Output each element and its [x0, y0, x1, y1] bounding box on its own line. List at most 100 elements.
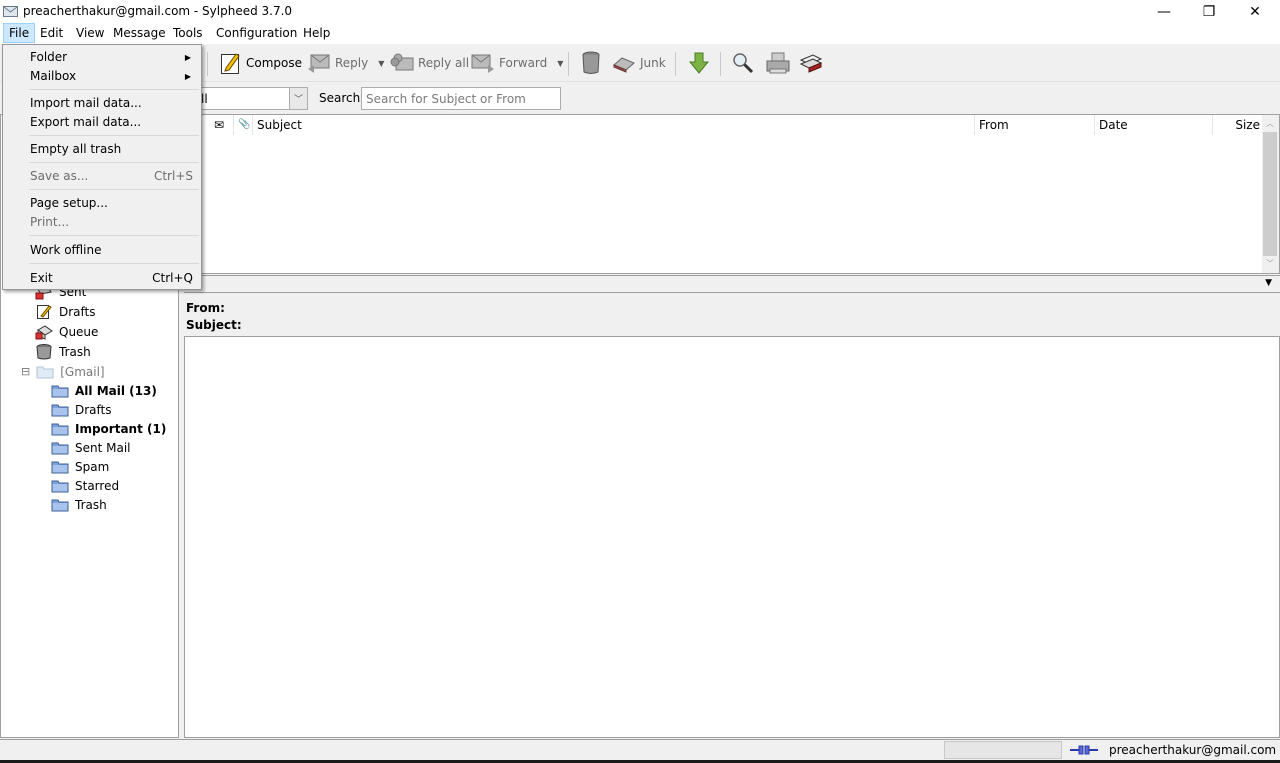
toolbar-separator: [568, 52, 569, 76]
reply-button[interactable]: Reply ▼: [307, 44, 384, 82]
folder-drafts[interactable]: Drafts: [35, 302, 96, 321]
folder-label: [Gmail]: [60, 364, 105, 379]
menu-item-label: Print...: [30, 215, 70, 229]
menu-separator: [29, 89, 199, 90]
reply-dropdown-icon[interactable]: ▼: [378, 59, 384, 68]
column-attach[interactable]: 📎: [234, 115, 253, 135]
forward-dropdown-icon[interactable]: ▼: [557, 59, 563, 68]
folder-label: Important (1): [75, 421, 167, 436]
toolbar-separator: [675, 52, 676, 76]
menu-item-shortcut: Ctrl+S: [153, 169, 193, 183]
menu-message[interactable]: Message: [108, 23, 171, 43]
toolbar-separator: [207, 52, 208, 76]
folder-queue[interactable]: Queue: [35, 322, 98, 341]
menu-item-empty-all-trash[interactable]: Empty all trash: [5, 140, 199, 159]
message-body[interactable]: [184, 336, 1280, 738]
folder-icon: [51, 404, 69, 416]
menu-item-print: Print...: [5, 213, 199, 232]
folder-gmail-item[interactable]: Sent Mail: [51, 438, 131, 457]
close-icon: ✕: [1249, 3, 1261, 20]
preview-toggle-icon[interactable]: ▼: [1265, 278, 1272, 288]
menu-configuration[interactable]: Configuration: [211, 23, 302, 43]
menu-separator: [29, 189, 199, 190]
drafts-icon: [37, 304, 52, 319]
menu-item-export-mail-data[interactable]: Export mail data...: [5, 113, 199, 132]
junk-label: Junk: [640, 56, 666, 70]
column-date[interactable]: Date: [1095, 115, 1213, 135]
submenu-arrow-icon: ▶: [184, 53, 191, 62]
menu-separator: [29, 162, 199, 163]
restore-icon: ❐: [1202, 3, 1216, 20]
minimize-button[interactable]: —: [1141, 0, 1187, 23]
folder-gmail-item[interactable]: Trash: [51, 495, 107, 514]
junk-button[interactable]: Junk: [612, 44, 666, 82]
search-input[interactable]: [361, 87, 561, 110]
folder-gmail-item[interactable]: Drafts: [51, 400, 112, 419]
folder-icon: [51, 423, 69, 435]
menu-help[interactable]: Help: [298, 23, 335, 43]
status-account: preacherthakur@gmail.com: [1109, 743, 1277, 757]
menu-item-shortcut: Ctrl+Q: [152, 271, 193, 285]
folder-icon: [51, 461, 69, 473]
compose-button[interactable]: Compose: [220, 44, 302, 82]
message-list-scrollbar[interactable]: ︿ ﹀: [1262, 115, 1279, 273]
restore-button[interactable]: ❐: [1186, 0, 1232, 23]
menu-item-exit[interactable]: Exit Ctrl+Q: [5, 269, 199, 288]
scroll-up-icon[interactable]: ︿: [1266, 118, 1274, 129]
reply-all-icon: [390, 53, 414, 71]
collapse-icon[interactable]: ⊟: [21, 365, 30, 378]
forward-icon: [471, 54, 494, 73]
folder-gmail-item[interactable]: All Mail (13): [51, 381, 157, 400]
menu-item-work-offline[interactable]: Work offline: [5, 241, 199, 260]
scrollbar-thumb[interactable]: [1263, 132, 1277, 256]
menu-item-page-setup[interactable]: Page setup...: [5, 194, 199, 213]
menu-item-label: Export mail data...: [30, 115, 142, 129]
close-button[interactable]: ✕: [1232, 0, 1278, 23]
folder-trash[interactable]: Trash: [35, 342, 91, 361]
column-from[interactable]: From: [975, 115, 1095, 135]
menu-item-label: Exit: [30, 271, 53, 285]
scroll-down-icon[interactable]: ﹀: [1266, 258, 1274, 269]
delete-button[interactable]: [581, 44, 601, 82]
get-mail-button[interactable]: [688, 44, 710, 82]
header-subject-label: Subject:: [186, 318, 242, 332]
menu-file[interactable]: File: [3, 23, 36, 43]
address-book-button[interactable]: [799, 44, 823, 82]
trash-icon: [36, 343, 52, 359]
printer-icon: [766, 52, 790, 74]
title-bar: preacherthakur@gmail.com - Sylpheed 3.7.…: [0, 0, 1280, 23]
envelope-icon: ✉: [214, 118, 225, 132]
column-subject[interactable]: Subject: [253, 115, 975, 135]
menu-item-label: Work offline: [30, 243, 102, 257]
menu-view[interactable]: View: [71, 23, 109, 43]
chevron-down-icon[interactable]: ﹀: [289, 88, 307, 109]
paperclip-icon: 📎: [238, 119, 251, 130]
compose-label: Compose: [246, 56, 303, 70]
folder-label: Spam: [75, 459, 110, 474]
print-button[interactable]: [766, 44, 790, 82]
folder-gmail-item[interactable]: Spam: [51, 457, 109, 476]
folder-gmail-item[interactable]: Starred: [51, 476, 119, 495]
window-title: preacherthakur@gmail.com - Sylpheed 3.7.…: [23, 4, 293, 18]
folder-label: Queue: [59, 324, 99, 339]
folder-label: Trash: [75, 497, 107, 512]
forward-button[interactable]: Forward ▼: [471, 44, 563, 82]
reply-all-button[interactable]: Reply all: [390, 44, 469, 82]
menu-item-mailbox[interactable]: Mailbox ▶: [5, 67, 199, 86]
column-size[interactable]: Size: [1213, 115, 1263, 135]
menu-item-folder[interactable]: Folder ▶: [5, 48, 199, 67]
folder-gmail-group[interactable]: ⊟ [Gmail]: [21, 362, 105, 381]
menu-item-import-mail-data[interactable]: Import mail data...: [5, 94, 199, 113]
compose-icon: [221, 53, 240, 74]
search-label: Search:: [319, 91, 365, 105]
column-mark[interactable]: ✉: [210, 115, 234, 135]
folder-gmail-item[interactable]: Important (1): [51, 419, 166, 438]
search-button[interactable]: [732, 44, 754, 82]
status-progress: [944, 741, 1062, 759]
menu-tools[interactable]: Tools: [168, 23, 208, 43]
reply-icon: [308, 54, 330, 73]
reply-all-label: Reply all: [418, 56, 470, 70]
online-connection-icon[interactable]: [1070, 745, 1098, 755]
menu-edit[interactable]: Edit: [35, 23, 68, 43]
folder-icon: [51, 385, 69, 397]
